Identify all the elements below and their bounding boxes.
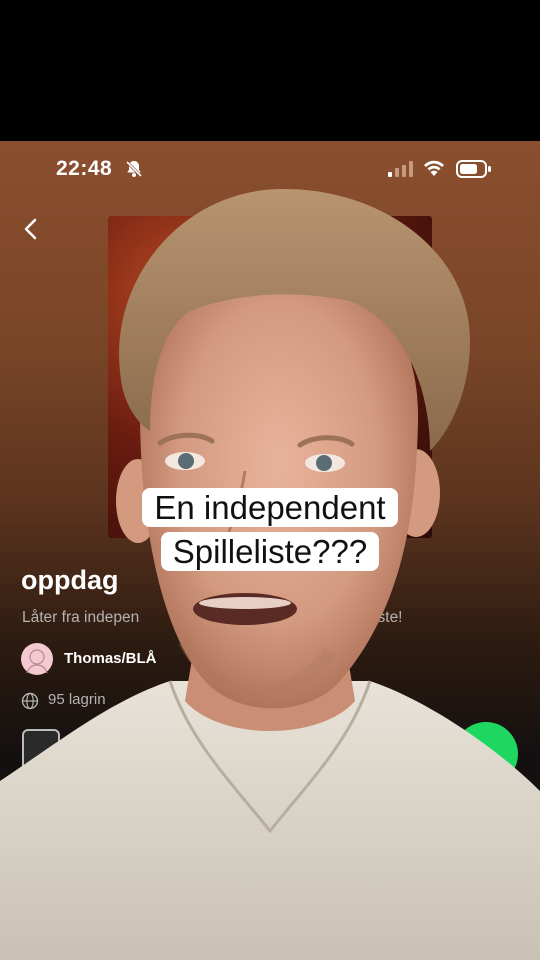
status-bar: 22:48 <box>0 141 540 197</box>
phone-screen: 22:48 oppdag Låter fra indepen eliste! T… <box>0 141 540 960</box>
globe-icon <box>21 692 39 715</box>
owner-avatar[interactable] <box>21 643 53 675</box>
status-time: 22:48 <box>56 157 113 180</box>
battery-icon <box>456 159 492 184</box>
play-button[interactable] <box>454 722 518 786</box>
video-caption: En independent Spilleliste??? <box>0 486 540 573</box>
saves-count: 95 lagrin <box>48 691 106 708</box>
signal-icon <box>388 161 414 182</box>
bell-slash-icon <box>124 159 144 184</box>
owner-name[interactable]: Thomas/BLÅ <box>64 650 157 667</box>
caption-line-2: Spilleliste??? <box>160 531 380 571</box>
letterbox-top <box>0 0 540 141</box>
caption-line-1: En independent <box>142 488 398 527</box>
playlist-description-end: eliste! <box>362 609 403 626</box>
preview-thumbnail[interactable] <box>22 729 60 777</box>
wifi-icon <box>422 158 446 183</box>
chevron-left-icon[interactable] <box>20 217 42 246</box>
